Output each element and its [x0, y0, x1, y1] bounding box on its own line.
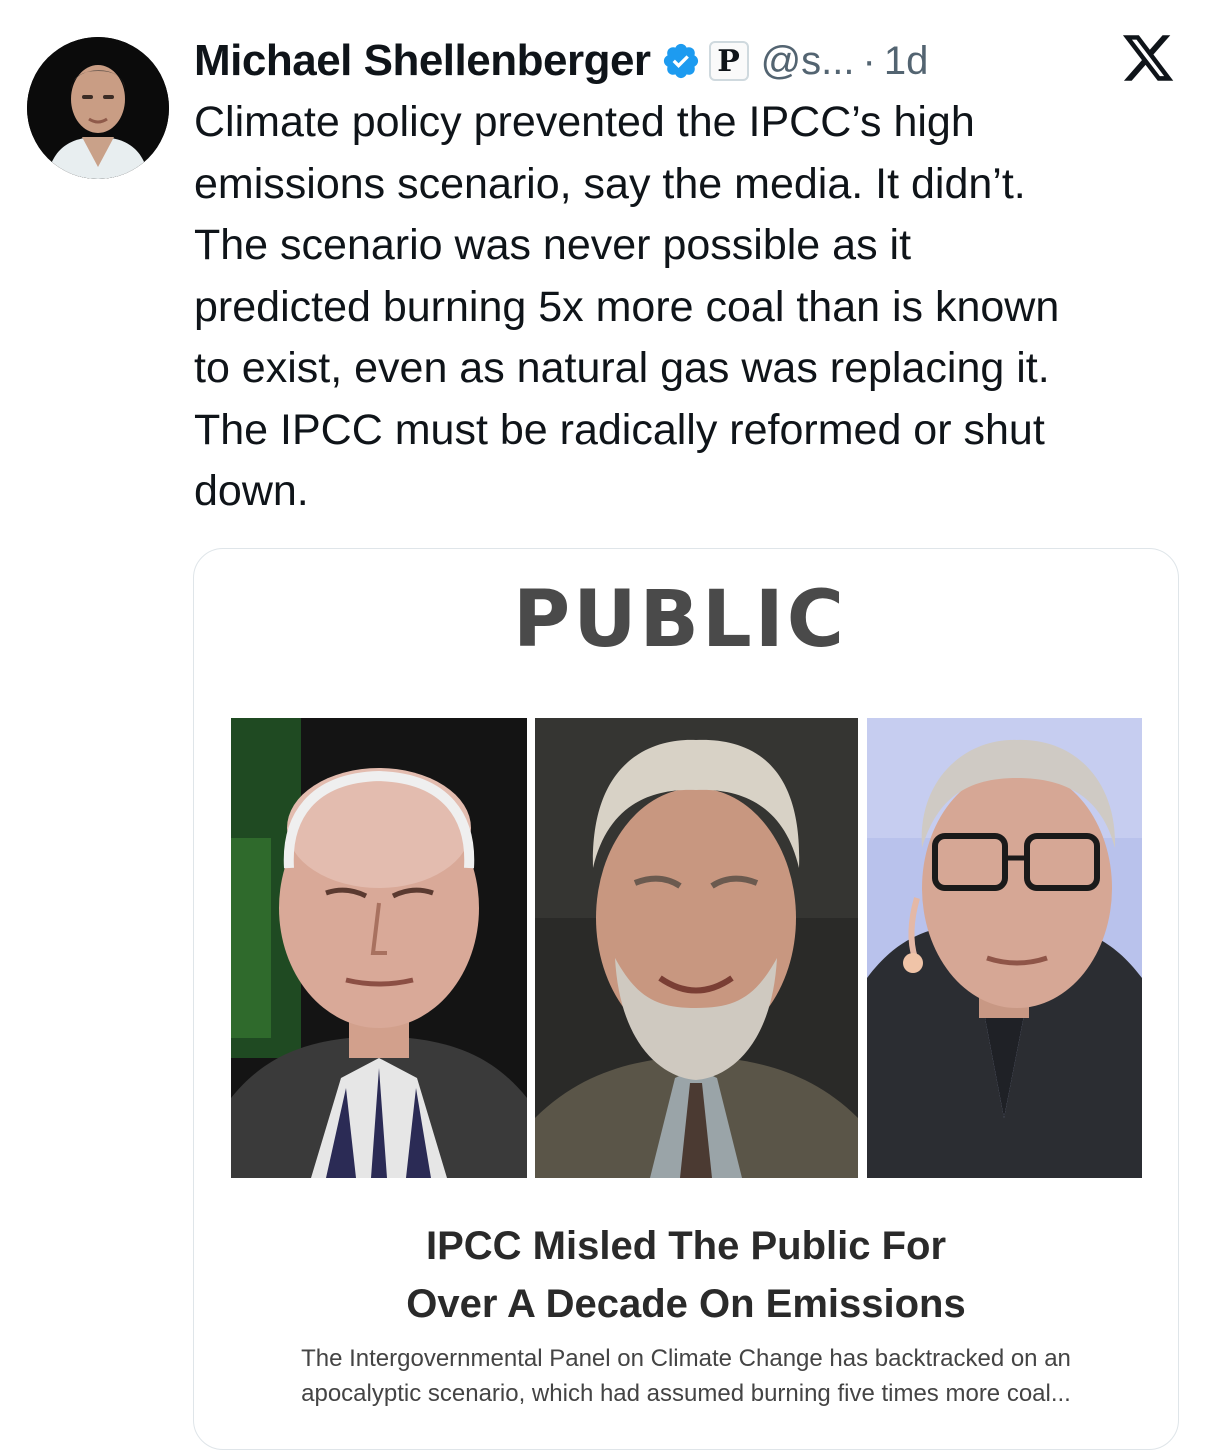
author-name[interactable]: Michael Shellenberger [194, 36, 651, 86]
tweet-text: Climate policy prevented the IPCC’s high… [194, 98, 1060, 515]
publication-logo: PUBLIC [513, 575, 847, 665]
avatar-portrait [27, 37, 169, 179]
avatar[interactable] [27, 37, 169, 179]
portrait-photo-3 [867, 718, 1142, 1178]
portrait-photo-1 [231, 718, 527, 1178]
card-summary: The Intergovernmental Panel on Climate C… [301, 1345, 1071, 1407]
card-headline[interactable]: IPCC Misled The Public For Over A Decade… [194, 1217, 1178, 1333]
x-logo-icon[interactable] [1120, 30, 1176, 86]
portrait-photo-2 [535, 718, 858, 1178]
header-separator: · [862, 38, 876, 83]
verified-badge-icon[interactable] [661, 41, 701, 81]
tweet-header: Michael Shellenberger P @s... · 1d [194, 30, 928, 92]
author-handle[interactable]: @s... [761, 39, 855, 84]
tweet-timestamp[interactable]: 1d [884, 39, 929, 84]
link-preview-card[interactable]: PUBLIC IPCC Misled The Public For Over A… [193, 548, 1179, 1450]
affiliation-badge[interactable]: P [708, 41, 749, 81]
